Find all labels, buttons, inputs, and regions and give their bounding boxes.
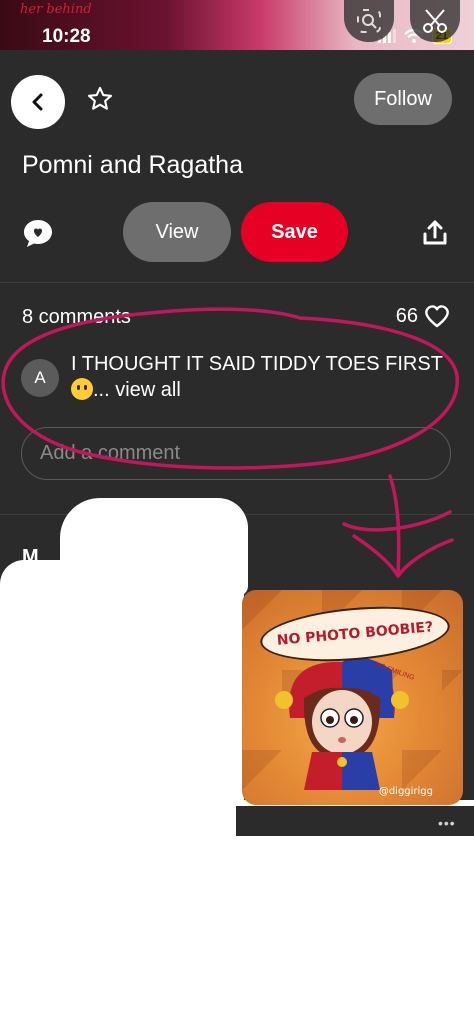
view-all-link[interactable]: ... view all (93, 379, 181, 401)
add-comment-input[interactable]: Add a comment (21, 427, 451, 480)
comments-count[interactable]: 8 comments (22, 306, 131, 329)
share-button[interactable] (421, 219, 449, 252)
face-without-mouth-emoji-icon (71, 378, 93, 400)
redaction-blot (0, 560, 244, 820)
chevron-left-icon (32, 93, 43, 111)
search-lens-icon (357, 9, 381, 33)
status-time: 10:28 (42, 26, 91, 47)
back-button[interactable] (11, 75, 65, 129)
share-icon (423, 220, 447, 245)
chat-bubble-icon (24, 220, 52, 247)
tiktok-credit: @diggirigg (378, 786, 433, 797)
more-dots-icon[interactable]: ••• (438, 815, 456, 831)
message-button[interactable] (22, 218, 54, 253)
scissors-icon (423, 9, 447, 33)
comment-body: I THOUGHT IT SAID TIDDY TOES FIRST (71, 353, 443, 375)
comment-text[interactable]: I THOUGHT IT SAID TIDDY TOES FIRST ... vi… (71, 351, 451, 403)
view-button[interactable]: View (123, 202, 231, 262)
favorite-button[interactable] (86, 85, 114, 118)
likes-counter[interactable]: 66 (396, 304, 450, 328)
divider (0, 282, 474, 283)
save-button[interactable]: Save (241, 202, 348, 262)
follow-button[interactable]: Follow (354, 73, 452, 125)
pin-title: Pomni and Ragatha (22, 151, 243, 179)
wallpaper-caption: her behind (20, 2, 92, 17)
annotation-arrow (342, 474, 454, 578)
commenter-avatar[interactable]: A (21, 359, 59, 397)
likes-count: 66 (395, 304, 418, 327)
pin-thumbnail[interactable]: NO PHOTO BOOBIE? NO SMILING @diggirigg (242, 590, 463, 805)
star-icon (87, 86, 113, 110)
heart-icon (425, 305, 449, 328)
